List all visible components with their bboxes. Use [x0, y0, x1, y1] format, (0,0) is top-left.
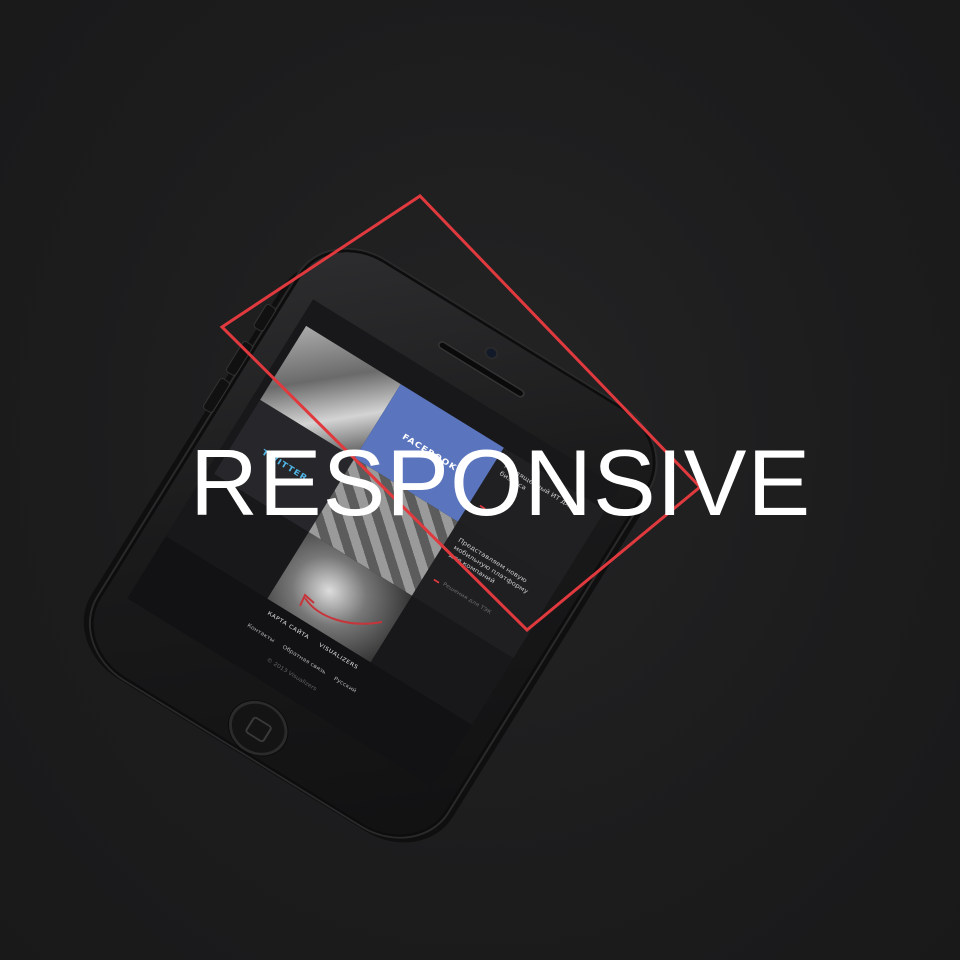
- camera-icon: [484, 346, 499, 360]
- phone-mockup: FACEBOOK Посвященный ИТ для бизнеса TWIT…: [61, 230, 675, 867]
- accent-marker: [433, 578, 440, 584]
- responsive-headline: RESPONSIVE: [190, 430, 812, 535]
- footer-link-language[interactable]: Русский: [332, 676, 357, 695]
- phone-screen: FACEBOOK Посвященный ИТ для бизнеса TWIT…: [127, 299, 620, 788]
- phone-body: FACEBOOK Посвященный ИТ для бизнеса TWIT…: [72, 230, 674, 857]
- home-square-icon: [244, 715, 274, 744]
- showcase-stage: FACEBOOK Посвященный ИТ для бизнеса TWIT…: [0, 0, 960, 960]
- footer-link-contacts[interactable]: Контакты: [246, 622, 276, 644]
- tile-news-3-text: Решения для ТЭК: [441, 581, 493, 616]
- home-button-icon[interactable]: [218, 690, 298, 767]
